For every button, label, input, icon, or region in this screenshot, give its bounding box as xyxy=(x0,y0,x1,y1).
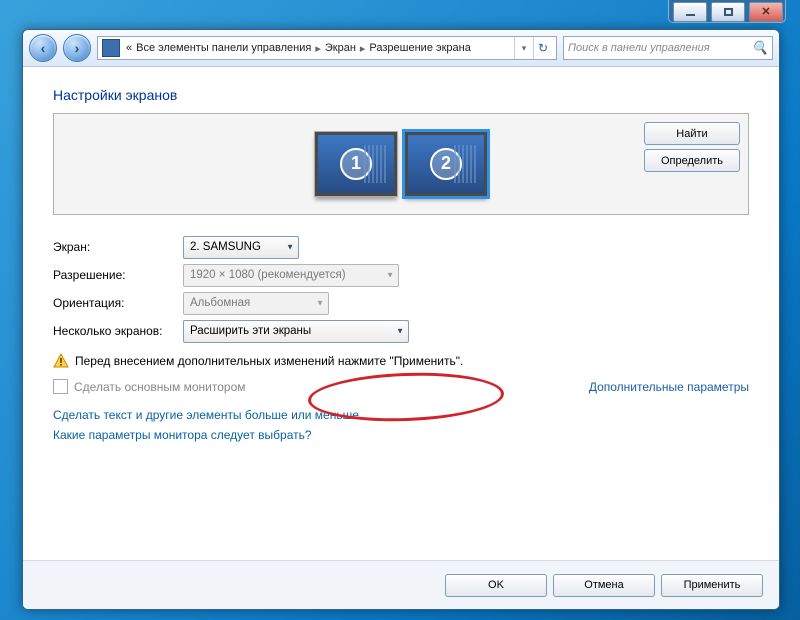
breadcrumb-dropdown-icon[interactable]: ▾ xyxy=(514,37,533,59)
page-title: Настройки экранов xyxy=(53,87,749,103)
nav-back-button[interactable] xyxy=(29,34,57,62)
make-primary-checkbox[interactable] xyxy=(53,379,68,394)
control-panel-icon xyxy=(102,39,120,57)
multi-display-select[interactable]: Расширить эти экраны ▼ xyxy=(183,320,409,343)
display-select[interactable]: 2. SAMSUNG ▼ xyxy=(183,236,299,259)
content-pane: Настройки экранов Найти Определить 1 2 Э… xyxy=(23,67,779,609)
find-button[interactable]: Найти xyxy=(644,122,740,145)
nav-forward-button[interactable] xyxy=(63,34,91,62)
apply-warning-text: Перед внесением дополнительных изменений… xyxy=(75,354,463,368)
chevron-down-icon: ▼ xyxy=(316,299,324,308)
resolution-select[interactable]: 1920 × 1080 (рекомендуется) ▼ xyxy=(183,264,399,287)
monitor-side-buttons: Найти Определить xyxy=(644,122,740,172)
resolution-label: Разрешение: xyxy=(53,268,183,282)
search-icon: 🔍 xyxy=(752,40,768,56)
orientation-label: Ориентация: xyxy=(53,296,183,310)
warning-icon xyxy=(53,353,69,369)
breadcrumb-item[interactable]: Экран xyxy=(325,42,356,54)
navigation-bar: « Все элементы панели управления ▸ Экран… xyxy=(23,30,779,67)
chevron-right-icon: ▸ xyxy=(360,42,366,55)
resolution-select-value: 1920 × 1080 (рекомендуется) xyxy=(190,269,346,281)
display-select-value: 2. SAMSUNG xyxy=(190,241,261,253)
chevron-right-icon: ▸ xyxy=(315,42,321,55)
breadcrumb[interactable]: « Все элементы панели управления ▸ Экран… xyxy=(97,36,557,60)
advanced-settings-link[interactable]: Дополнительные параметры xyxy=(589,380,749,394)
multi-display-select-value: Расширить эти экраны xyxy=(190,325,311,337)
identify-button[interactable]: Определить xyxy=(644,149,740,172)
make-primary-label: Сделать основным монитором xyxy=(74,380,246,394)
monitor-layout-box: Найти Определить 1 2 xyxy=(53,113,749,215)
text-size-link[interactable]: Сделать текст и другие элементы больше и… xyxy=(53,408,749,422)
orientation-select[interactable]: Альбомная ▼ xyxy=(183,292,329,315)
chevron-down-icon: ▼ xyxy=(396,327,404,336)
ok-button[interactable]: OK xyxy=(445,574,547,597)
apply-warning: Перед внесением дополнительных изменений… xyxy=(53,353,749,369)
chevron-down-icon: ▼ xyxy=(286,243,294,252)
breadcrumb-item[interactable]: Все элементы панели управления xyxy=(136,42,311,54)
search-placeholder: Поиск в панели управления xyxy=(568,42,710,54)
close-button[interactable] xyxy=(749,2,783,22)
multi-display-label: Несколько экранов: xyxy=(53,324,183,338)
orientation-select-value: Альбомная xyxy=(190,297,250,309)
search-input[interactable]: Поиск в панели управления 🔍 xyxy=(563,36,773,60)
breadcrumb-item[interactable]: Разрешение экрана xyxy=(369,42,470,54)
monitor-2[interactable]: 2 xyxy=(405,132,487,196)
maximize-button[interactable] xyxy=(711,2,745,22)
monitor-decor-icon xyxy=(454,145,478,183)
monitor-1[interactable]: 1 xyxy=(315,132,397,196)
chevron-down-icon: ▼ xyxy=(386,271,394,280)
minimize-button[interactable] xyxy=(673,2,707,22)
monitor-decor-icon xyxy=(364,145,388,183)
control-panel-window: « Все элементы панели управления ▸ Экран… xyxy=(22,29,780,610)
monitor-help-link[interactable]: Какие параметры монитора следует выбрать… xyxy=(53,428,749,442)
apply-button[interactable]: Применить xyxy=(661,574,763,597)
dialog-footer: OK Отмена Применить xyxy=(23,560,779,609)
refresh-button[interactable] xyxy=(533,37,552,59)
window-titlebar-controls xyxy=(668,0,786,23)
breadcrumb-prefix: « xyxy=(126,42,132,54)
display-label: Экран: xyxy=(53,240,183,254)
cancel-button[interactable]: Отмена xyxy=(553,574,655,597)
